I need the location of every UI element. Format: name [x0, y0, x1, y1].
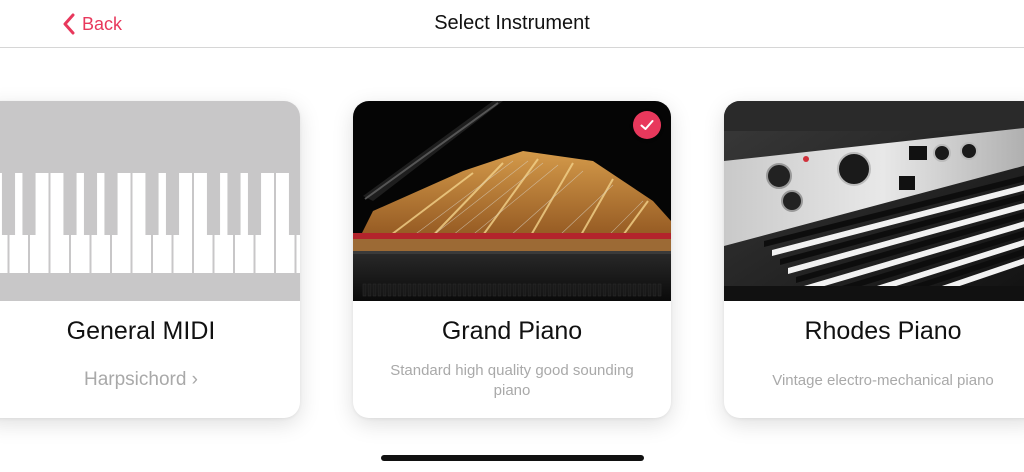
instrument-description: Vintage electro-mechanical piano: [772, 372, 994, 389]
selected-checkmark-icon: [633, 111, 661, 139]
instrument-carousel[interactable]: General MIDI Harpsichord › Grand Piano S…: [0, 48, 1024, 448]
instrument-name: General MIDI: [66, 317, 216, 345]
instrument-card-rhodes-piano[interactable]: Rhodes Piano Vintage electro-mechanical …: [724, 101, 1024, 418]
instrument-card-grand-piano[interactable]: Grand Piano Standard high quality good s…: [353, 101, 671, 418]
keyboard-illustration: [0, 101, 300, 301]
home-indicator: [381, 455, 644, 461]
checkmark-icon: [640, 120, 654, 130]
rhodes-piano-photo: [724, 101, 1024, 301]
page-title: Select Instrument: [434, 12, 590, 34]
navigation-bar: Back Select Instrument: [0, 0, 1024, 48]
instrument-card-general-midi[interactable]: General MIDI Harpsichord ›: [0, 101, 300, 418]
instrument-sound-selector[interactable]: Harpsichord ›: [0, 369, 300, 391]
instrument-name: Grand Piano: [441, 317, 583, 345]
instrument-name: Rhodes Piano: [804, 317, 962, 345]
grand-piano-photo: [353, 101, 671, 301]
instrument-description: Standard high quality good sounding pian…: [390, 362, 634, 399]
